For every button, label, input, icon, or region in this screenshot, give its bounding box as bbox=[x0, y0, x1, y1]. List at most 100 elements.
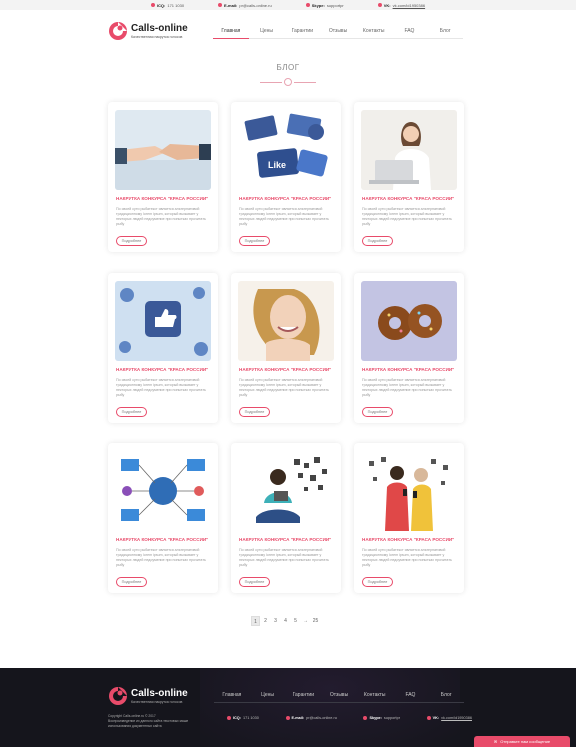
last-page-link[interactable]: 25 bbox=[311, 616, 320, 626]
card-text: По своей сути рыбатекст является альтерн… bbox=[362, 207, 452, 226]
footer-nav: Главная Цены Гарантии Отзывы Контакты FA… bbox=[214, 692, 464, 703]
social-likes-photo-icon[interactable]: Like bbox=[238, 110, 334, 190]
vk-link[interactable]: vk.com/id1950386 bbox=[441, 716, 472, 720]
site-header: Calls-online Качественная накрутка голос… bbox=[108, 19, 468, 45]
card-text: По своей сути рыбатекст является альтерн… bbox=[239, 207, 329, 226]
icq-label: ICQ: bbox=[233, 716, 242, 720]
svg-text:Like: Like bbox=[268, 160, 286, 170]
blog-card: НАКРУТКА КОНКУРСА "КРАСА РОССИИ" По свое… bbox=[108, 102, 218, 252]
skype-icon bbox=[305, 3, 310, 7]
next-page-arrow-icon[interactable]: → bbox=[301, 616, 310, 626]
couple-phones-photo-icon[interactable] bbox=[361, 451, 457, 531]
footer-logo[interactable]: Calls-online Качественная накрутка голос… bbox=[108, 686, 188, 706]
footer-nav-blog[interactable]: Блог bbox=[428, 692, 464, 702]
logo-icon bbox=[109, 687, 127, 705]
logo-icon bbox=[109, 22, 127, 40]
more-button[interactable]: Подробнее bbox=[362, 407, 393, 417]
send-message-button[interactable]: ✉ Отправьте нам сообщение bbox=[474, 736, 570, 747]
card-text: По своей сути рыбатекст является альтерн… bbox=[362, 548, 452, 567]
footer-vk[interactable]: VK: vk.com/id1950386 bbox=[426, 716, 472, 720]
page-1-link[interactable]: 1 bbox=[251, 615, 260, 626]
card-title[interactable]: НАКРУТКА КОНКУРСА "КРАСА РОССИИ" bbox=[239, 196, 335, 201]
smiling-woman-photo-icon[interactable] bbox=[238, 281, 334, 361]
email-label: E-mail: bbox=[291, 716, 305, 720]
girl-tablet-photo-icon[interactable] bbox=[238, 451, 334, 531]
card-title[interactable]: НАКРУТКА КОНКУРСА "КРАСА РОССИИ" bbox=[239, 367, 335, 372]
blog-card: НАКРУТКА КОНКУРСА "КРАСА РОССИИ" По свое… bbox=[108, 443, 218, 593]
skype-icon bbox=[363, 716, 368, 720]
skype-value[interactable]: supportpr bbox=[384, 716, 400, 720]
nav-item-guarantees[interactable]: Гарантии bbox=[284, 27, 320, 38]
page-4-link[interactable]: 4 bbox=[281, 616, 290, 626]
footer-contacts: ICQ: 171 1030 E-mail: pr@calls-online.ru… bbox=[227, 716, 472, 720]
card-title[interactable]: НАКРУТКА КОНКУРСА "КРАСА РОССИИ" bbox=[239, 537, 335, 542]
footer-skype[interactable]: Skype: supportpr bbox=[363, 716, 400, 720]
blog-card: Like НАКРУТКА КОНКУРСА "КРАСА РОССИИ" По… bbox=[231, 102, 341, 252]
card-title[interactable]: НАКРУТКА КОНКУРСА "КРАСА РОССИИ" bbox=[116, 367, 212, 372]
email-label: E-mail: bbox=[224, 2, 238, 8]
footer-nav-guarantees[interactable]: Гарантии bbox=[285, 692, 321, 702]
topbar-skype[interactable]: Skype: supportpr bbox=[305, 3, 344, 8]
footer-nav-prices[interactable]: Цены bbox=[250, 692, 286, 702]
donuts-photo-icon[interactable] bbox=[361, 281, 457, 361]
card-title[interactable]: НАКРУТКА КОНКУРСА "КРАСА РОССИИ" bbox=[116, 537, 212, 542]
nav-item-home[interactable]: Главная bbox=[213, 27, 249, 39]
topbar-icq: ICQ: 171 1030 bbox=[150, 2, 185, 8]
card-text: По своей сути рыбатекст является альтерн… bbox=[239, 378, 329, 397]
email-icon bbox=[218, 3, 223, 7]
nav-item-blog[interactable]: Блог bbox=[427, 27, 463, 38]
vk-icon bbox=[377, 3, 382, 7]
woman-laptop-photo-icon[interactable] bbox=[361, 110, 457, 190]
card-text: По своей сути рыбатекст является альтерн… bbox=[239, 548, 329, 567]
nav-item-contacts[interactable]: Контакты bbox=[356, 27, 392, 38]
page-5-link[interactable]: 5 bbox=[291, 616, 300, 626]
footer-email[interactable]: E-mail: pr@calls-online.ru bbox=[285, 716, 337, 720]
skype-value[interactable]: supportpr bbox=[327, 3, 344, 8]
vk-label: VK: bbox=[432, 716, 440, 720]
footer-nav-home[interactable]: Главная bbox=[214, 692, 250, 702]
card-title[interactable]: НАКРУТКА КОНКУРСА "КРАСА РОССИИ" bbox=[362, 537, 458, 542]
title-ornament bbox=[260, 78, 316, 86]
footer-icq: ICQ: 171 1030 bbox=[227, 716, 259, 720]
skype-label: Skype: bbox=[369, 716, 382, 720]
thumbs-up-photo-icon[interactable] bbox=[115, 281, 211, 361]
card-text: По своей сути рыбатекст является альтерн… bbox=[116, 378, 206, 397]
footer-copyright: Copyright Calls-online.ru © 2017 Воспрои… bbox=[108, 714, 200, 728]
network-devices-photo-icon[interactable] bbox=[115, 451, 211, 531]
icq-value: 171 1030 bbox=[243, 716, 259, 720]
more-button[interactable]: Подробнее bbox=[116, 236, 147, 246]
card-title[interactable]: НАКРУТКА КОНКУРСА "КРАСА РОССИИ" bbox=[116, 196, 212, 201]
footer-nav-contacts[interactable]: Контакты bbox=[357, 692, 393, 702]
footer-brand-tagline: Качественная накрутка голосов bbox=[131, 699, 183, 704]
more-button[interactable]: Подробнее bbox=[239, 577, 270, 587]
icq-icon bbox=[227, 716, 231, 720]
footer-nav-reviews[interactable]: Отзывы bbox=[321, 692, 357, 702]
icq-icon bbox=[150, 3, 155, 7]
blog-card: НАКРУТКА КОНКУРСА "КРАСА РОССИИ" По свое… bbox=[108, 273, 218, 423]
card-title[interactable]: НАКРУТКА КОНКУРСА "КРАСА РОССИИ" bbox=[362, 367, 458, 372]
blog-card: НАКРУТКА КОНКУРСА "КРАСА РОССИИ" По свое… bbox=[354, 273, 464, 423]
card-title[interactable]: НАКРУТКА КОНКУРСА "КРАСА РОССИИ" bbox=[362, 196, 458, 201]
more-button[interactable]: Подробнее bbox=[116, 577, 147, 587]
logo[interactable]: Calls-online Качественная накрутка голос… bbox=[108, 21, 188, 41]
page-3-link[interactable]: 3 bbox=[271, 616, 280, 626]
nav-item-faq[interactable]: FAQ bbox=[392, 27, 428, 38]
more-button[interactable]: Подробнее bbox=[116, 407, 147, 417]
handshake-photo-icon[interactable] bbox=[115, 110, 211, 190]
icq-value: 171 1030 bbox=[167, 2, 185, 8]
nav-item-reviews[interactable]: Отзывы bbox=[320, 27, 356, 38]
email-value[interactable]: pr@calls-online.ru bbox=[239, 3, 271, 8]
more-button[interactable]: Подробнее bbox=[362, 577, 393, 587]
topbar-vk[interactable]: VK: vk.com/id1950386 bbox=[377, 3, 425, 8]
more-button[interactable]: Подробнее bbox=[362, 236, 393, 246]
nav-item-prices[interactable]: Цены bbox=[249, 27, 285, 38]
footer-nav-faq[interactable]: FAQ bbox=[393, 692, 429, 702]
email-icon bbox=[285, 716, 290, 720]
more-button[interactable]: Подробнее bbox=[239, 236, 270, 246]
page-title: БЛОГ bbox=[276, 63, 300, 72]
more-button[interactable]: Подробнее bbox=[239, 407, 270, 417]
vk-link[interactable]: vk.com/id1950386 bbox=[393, 3, 425, 8]
email-value[interactable]: pr@calls-online.ru bbox=[306, 716, 337, 720]
topbar-email[interactable]: E-mail: pr@calls-online.ru bbox=[218, 3, 272, 8]
page-2-link[interactable]: 2 bbox=[261, 616, 270, 626]
